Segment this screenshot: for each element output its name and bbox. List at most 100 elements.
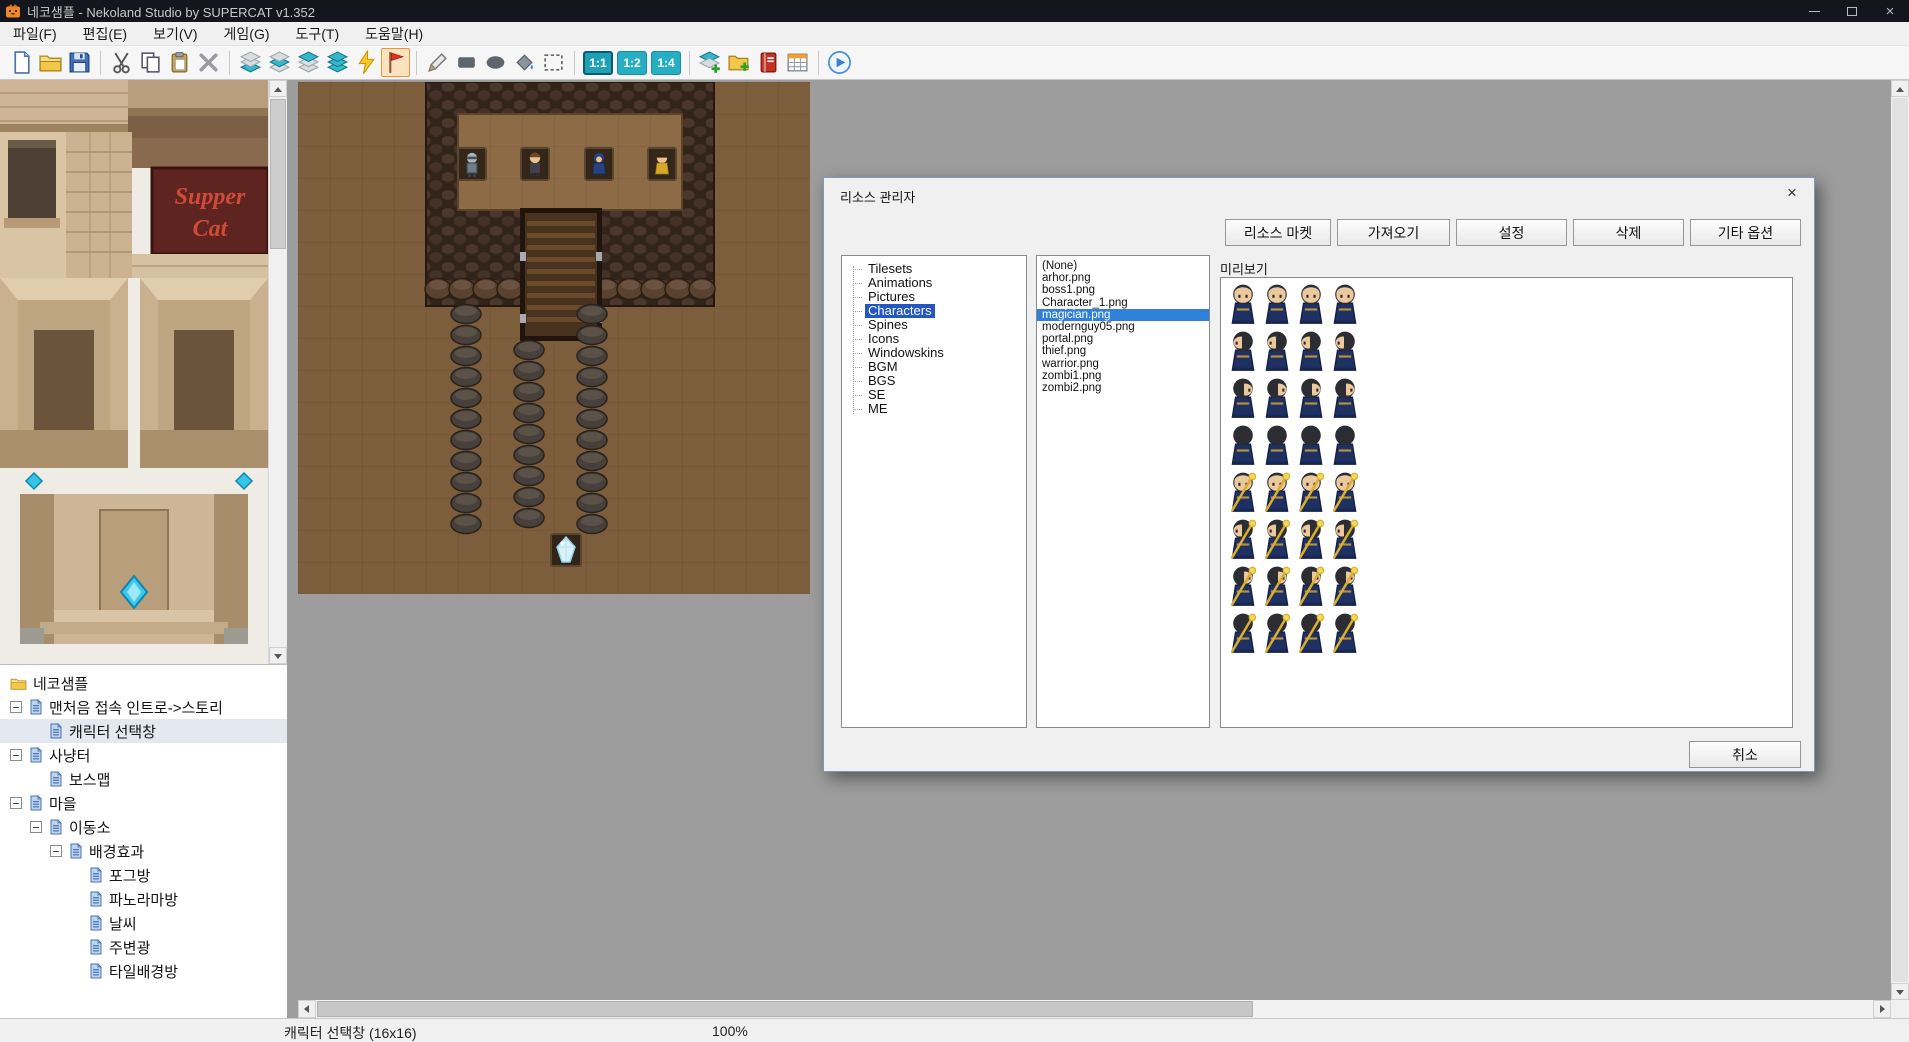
- project-tree-item-4[interactable]: 보스맵: [0, 767, 287, 791]
- tree-expander-icon[interactable]: [10, 749, 22, 761]
- scroll-thumb[interactable]: [317, 1001, 1253, 1017]
- misc-options-button[interactable]: 기타 옵션: [1690, 219, 1801, 246]
- project-tree-item-10[interactable]: 날씨: [0, 911, 287, 935]
- scroll-up-arrow[interactable]: [1891, 80, 1909, 97]
- pencil-button[interactable]: [423, 48, 452, 77]
- category-spines[interactable]: Spines: [848, 318, 1026, 332]
- project-tree-item-5[interactable]: 마을: [0, 791, 287, 815]
- category-tilesets[interactable]: Tilesets: [848, 262, 1026, 276]
- layer-all-button[interactable]: [323, 48, 352, 77]
- menu-item-help[interactable]: 도움말(H): [352, 22, 436, 45]
- delete-button[interactable]: 삭제: [1573, 219, 1684, 246]
- project-tree-item-7[interactable]: 배경효과: [0, 839, 287, 863]
- settings-button[interactable]: 설정: [1456, 219, 1567, 246]
- zoom-1-4-button[interactable]: 1:4: [651, 51, 681, 75]
- category-windowskins[interactable]: Windowskins: [848, 346, 1026, 360]
- tileset-vertical-scrollbar[interactable]: [268, 80, 287, 664]
- tileset-palette[interactable]: Supper Cat: [0, 80, 287, 664]
- file-item-4[interactable]: magician.png: [1037, 309, 1209, 321]
- file-item-3[interactable]: Character_1.png: [1037, 297, 1209, 309]
- file-item-8[interactable]: warrior.png: [1037, 358, 1209, 370]
- project-tree-item-1[interactable]: 맨처음 접속 인트로->스토리: [0, 695, 287, 719]
- file-item-0[interactable]: (None): [1037, 260, 1209, 272]
- file-item-10[interactable]: zombi2.png: [1037, 382, 1209, 394]
- file-item-6[interactable]: portal.png: [1037, 333, 1209, 345]
- layer-2-button[interactable]: [265, 48, 294, 77]
- category-me[interactable]: ME: [848, 402, 1026, 416]
- menu-item-file[interactable]: 파일(F): [0, 22, 70, 45]
- new-file-button[interactable]: [7, 48, 36, 77]
- file-item-9[interactable]: zombi1.png: [1037, 370, 1209, 382]
- import-button[interactable]: 가져오기: [1337, 219, 1450, 246]
- add-folder-button[interactable]: [725, 48, 754, 77]
- tileset-image[interactable]: Supper Cat: [0, 80, 268, 664]
- scroll-down-arrow[interactable]: [269, 647, 287, 664]
- layer-1-button[interactable]: [236, 48, 265, 77]
- category-bgs[interactable]: BGS: [848, 374, 1026, 388]
- cut-button[interactable]: [107, 48, 136, 77]
- fill-button[interactable]: [510, 48, 539, 77]
- menu-item-edit[interactable]: 편집(E): [70, 22, 140, 45]
- maximize-button[interactable]: [1833, 0, 1871, 22]
- resource-file-list[interactable]: (None)arhor.pngboss1.pngCharacter_1.pngm…: [1036, 255, 1210, 728]
- scroll-thumb[interactable]: [1892, 98, 1908, 982]
- project-tree-item-2[interactable]: 캐릭터 선택창: [0, 719, 287, 743]
- file-item-1[interactable]: arhor.png: [1037, 272, 1209, 284]
- play-button[interactable]: [825, 48, 854, 77]
- scroll-track[interactable]: [316, 1000, 1873, 1018]
- zoom-1-2-button[interactable]: 1:2: [617, 51, 647, 75]
- lightning-button[interactable]: [352, 48, 381, 77]
- editor-vertical-scrollbar[interactable]: [1891, 80, 1909, 1000]
- project-tree-item-9[interactable]: 파노라마방: [0, 887, 287, 911]
- resource-market-button[interactable]: 리소스 마켓: [1225, 219, 1331, 246]
- dialog-close-button[interactable]: ×: [1780, 182, 1804, 204]
- open-project-button[interactable]: [36, 48, 65, 77]
- scroll-right-arrow[interactable]: [1873, 1000, 1891, 1018]
- project-tree-item-11[interactable]: 주변광: [0, 935, 287, 959]
- scroll-down-arrow[interactable]: [1891, 983, 1909, 1000]
- menu-item-game[interactable]: 게임(G): [211, 22, 283, 45]
- delete-button[interactable]: [194, 48, 223, 77]
- menu-item-view[interactable]: 보기(V): [140, 22, 210, 45]
- category-characters[interactable]: Characters: [848, 304, 1026, 318]
- editor-horizontal-scrollbar[interactable]: [298, 1000, 1891, 1018]
- category-pictures[interactable]: Pictures: [848, 290, 1026, 304]
- category-animations[interactable]: Animations: [848, 276, 1026, 290]
- scroll-thumb[interactable]: [270, 99, 286, 249]
- paste-button[interactable]: [165, 48, 194, 77]
- map-canvas[interactable]: [298, 82, 810, 594]
- close-button[interactable]: ×: [1871, 0, 1909, 22]
- tree-expander-icon[interactable]: [10, 701, 22, 713]
- project-tree-item-8[interactable]: 포그방: [0, 863, 287, 887]
- project-tree-item-3[interactable]: 사냥터: [0, 743, 287, 767]
- resource-category-tree[interactable]: TilesetsAnimationsPicturesCharactersSpin…: [841, 255, 1027, 728]
- tree-expander-icon[interactable]: [30, 821, 42, 833]
- project-tree-item-6[interactable]: 이동소: [0, 815, 287, 839]
- file-item-5[interactable]: modernguy05.png: [1037, 321, 1209, 333]
- layer-3-button[interactable]: [294, 48, 323, 77]
- map-image[interactable]: [298, 82, 810, 594]
- file-item-7[interactable]: thief.png: [1037, 345, 1209, 357]
- flag-button[interactable]: [381, 48, 410, 77]
- scroll-left-arrow[interactable]: [298, 1000, 316, 1018]
- menu-item-tools[interactable]: 도구(T): [283, 22, 353, 45]
- event-list-button[interactable]: [696, 48, 725, 77]
- tree-expander-icon[interactable]: [50, 845, 62, 857]
- database-button[interactable]: [783, 48, 812, 77]
- copy-button[interactable]: [136, 48, 165, 77]
- category-icons[interactable]: Icons: [848, 332, 1026, 346]
- project-tree-item-0[interactable]: 네코샘플: [0, 671, 287, 695]
- select-button[interactable]: [539, 48, 568, 77]
- cancel-button[interactable]: 취소: [1689, 741, 1801, 768]
- crystal-sprite[interactable]: [551, 534, 581, 566]
- category-bgm[interactable]: BGM: [848, 360, 1026, 374]
- file-item-2[interactable]: boss1.png: [1037, 284, 1209, 296]
- scroll-up-arrow[interactable]: [269, 80, 287, 97]
- save-button[interactable]: [65, 48, 94, 77]
- project-tree-item-12[interactable]: 타일배경방: [0, 959, 287, 983]
- ellipse-button[interactable]: [481, 48, 510, 77]
- minimize-button[interactable]: [1795, 0, 1833, 22]
- tree-expander-icon[interactable]: [10, 797, 22, 809]
- resource-book-button[interactable]: [754, 48, 783, 77]
- zoom-1-1-button[interactable]: 1:1: [583, 51, 613, 75]
